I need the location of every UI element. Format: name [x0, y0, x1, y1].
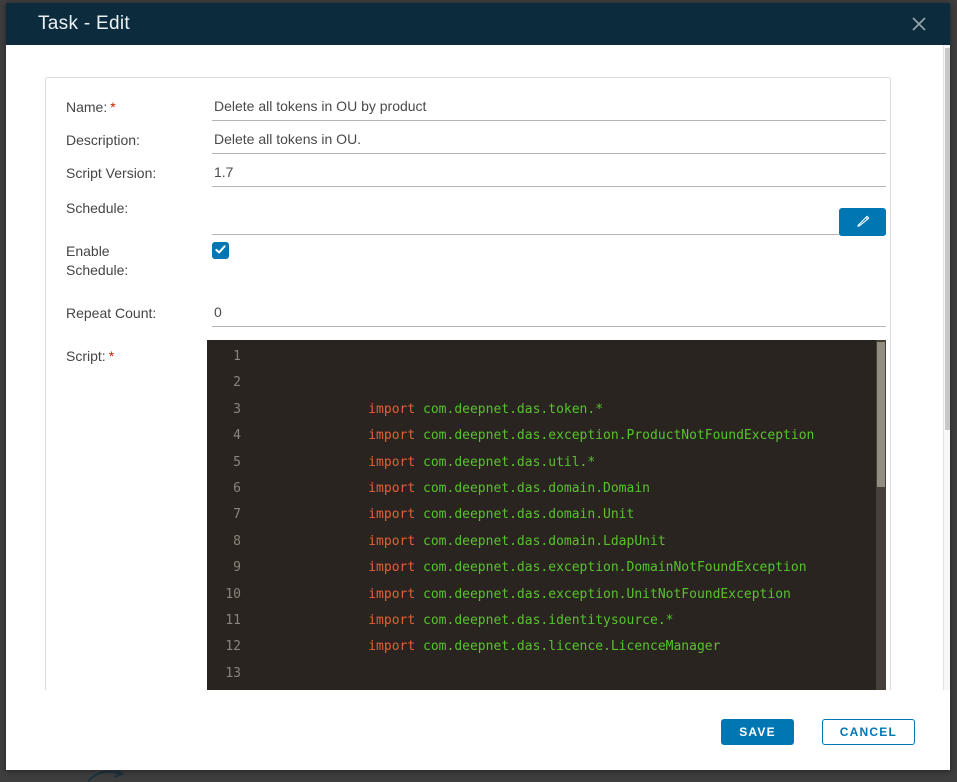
enable-schedule-row: Enable Schedule: — [66, 241, 886, 295]
modal-header: Task - Edit — [6, 3, 950, 45]
editor-line: 13 — [225, 665, 241, 681]
editor-line: 8 import com.deepnet.das.domain.LdapUnit — [233, 533, 666, 549]
editor-line: 11 import com.deepnet.das.identitysource… — [225, 612, 674, 628]
editor-line: 6 import com.deepnet.das.domain.Domain — [233, 480, 650, 496]
modal-scrollbar[interactable] — [943, 45, 950, 690]
repeat-count-label: Repeat Count: — [66, 305, 157, 321]
script-label: Script: * — [66, 348, 115, 364]
description-input[interactable] — [212, 124, 886, 154]
modal-backdrop: { "modal": { "title": "Task - Edit", "cl… — [0, 0, 957, 782]
repeat-count-row: Repeat Count: — [66, 297, 886, 330]
description-label: Description: — [66, 132, 140, 148]
editor-line: 5 import com.deepnet.das.util.* — [233, 454, 596, 470]
editor-line: 14 if (Util.isNull(removeInactiveTokensO… — [207, 687, 886, 690]
description-row: Description: — [66, 124, 886, 157]
editor-line: 1 — [233, 349, 241, 364]
name-input[interactable] — [212, 91, 886, 121]
editor-scrollbar[interactable] — [876, 340, 886, 690]
script-row: Script: * 1 2 3 import com.deepnet.das.toke… — [66, 340, 886, 690]
editor-line: 9 import com.deepnet.das.exception.Domai… — [233, 560, 807, 576]
modal-footer: SAVE CANCEL — [6, 690, 950, 770]
close-icon[interactable] — [908, 13, 930, 35]
modal-title: Task - Edit — [38, 13, 130, 34]
script-version-row: Script Version: — [66, 157, 886, 190]
name-row: Name: * — [66, 91, 886, 124]
script-editor-lines: 1 2 3 import com.deepnet.das.token.* 4 impo… — [207, 340, 886, 690]
pencil-icon — [855, 213, 871, 232]
schedule-row: Schedule: — [66, 192, 886, 236]
edit-schedule-button[interactable] — [839, 208, 886, 236]
editor-scrollbar-thumb[interactable] — [877, 342, 885, 487]
required-asterisk: * — [110, 99, 116, 115]
enable-schedule-checkbox[interactable] — [212, 242, 229, 259]
script-version-input[interactable] — [212, 157, 886, 187]
required-asterisk: * — [108, 348, 115, 364]
task-form-card: Name:* Description: Script Version: — [45, 77, 891, 690]
script-editor[interactable]: 1 2 3 import com.deepnet.das.token.* 4 impo… — [207, 340, 886, 690]
script-version-label: Script Version: — [66, 165, 157, 181]
schedule-input[interactable] — [212, 192, 886, 235]
editor-line: 10 import com.deepnet.das.exception.Unit… — [225, 586, 791, 602]
enable-schedule-label: Enable Schedule: — [66, 243, 129, 278]
editor-line: 2 — [233, 375, 241, 391]
schedule-label: Schedule: — [66, 200, 129, 216]
save-button[interactable]: SAVE — [721, 719, 794, 745]
task-edit-modal: Task - Edit Name:* Description: — [6, 3, 950, 770]
cancel-button[interactable]: CANCEL — [821, 719, 915, 745]
modal-body: Name:* Description: Script Version: — [6, 45, 950, 690]
repeat-count-input[interactable] — [212, 297, 886, 327]
checkmark-icon — [215, 242, 226, 260]
editor-line: 4 import com.deepnet.das.exception.Produ… — [233, 428, 815, 444]
editor-line: 3 import com.deepnet.das.token.* — [233, 401, 604, 417]
editor-line: 12 import com.deepnet.das.licence.Licenc… — [225, 639, 721, 655]
name-label: Name: * — [66, 99, 116, 115]
editor-line: 7 import com.deepnet.das.domain.Unit — [233, 507, 635, 523]
modal-scrollbar-thumb[interactable] — [945, 48, 950, 430]
